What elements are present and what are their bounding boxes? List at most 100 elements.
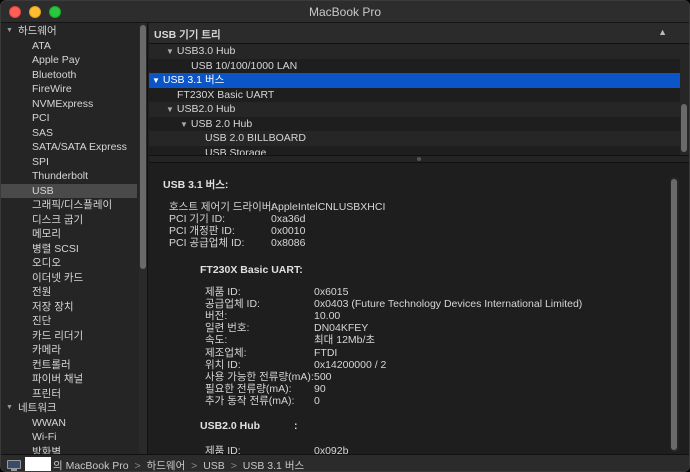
sidebar-item[interactable]: FireWire — [1, 82, 137, 97]
property-value: 500 — [314, 371, 332, 383]
property-value: 0x8086 — [271, 237, 305, 249]
sidebar-group-header[interactable]: 하드웨어 — [1, 24, 137, 39]
sidebar-item[interactable]: 그래픽/디스플레이 — [1, 198, 137, 213]
property-value: 0x092b — [314, 445, 348, 454]
sidebar-item[interactable]: PCI — [1, 111, 137, 126]
usb-device-tree: USB 기기 트리 ▲ ▼USB3.0 HubUSB 10/100/1000 L… — [149, 23, 689, 155]
splitter-handle-icon[interactable] — [417, 157, 421, 161]
sidebar-scroll-thumb[interactable] — [140, 25, 146, 269]
detail-title: USB 3.1 버스: — [163, 177, 228, 192]
tree-scroll-thumb[interactable] — [681, 104, 687, 152]
path-separator: > — [132, 460, 144, 472]
sidebar-item[interactable]: 이더넷 카드 — [1, 271, 137, 286]
property-value: 0x0403 (Future Technology Devices Intern… — [314, 298, 582, 310]
path-usb-bus[interactable]: USB 3.1 버스 — [243, 460, 304, 472]
device-title: FT230X Basic UART: — [200, 264, 303, 276]
detail-scroll-thumb[interactable] — [671, 179, 677, 450]
sidebar-item[interactable]: 카메라 — [1, 343, 137, 358]
property-key: 위치 ID: — [205, 359, 241, 371]
property-key: 제품 ID: — [205, 445, 241, 454]
detail-pane: USB 3.1 버스: FT230X Basic UART: USB2.0 Hu… — [149, 163, 689, 454]
tree-scrollbar[interactable] — [680, 44, 689, 155]
property-value: FTDI — [314, 347, 337, 359]
sidebar-item[interactable]: SAS — [1, 126, 137, 141]
tree-row[interactable]: USB 10/100/1000 LAN — [149, 59, 680, 74]
system-info-window: MacBook Pro 하드웨어ATAApple PayBluetoothFir… — [0, 0, 690, 472]
sidebar-group-header[interactable]: 네트워크 — [1, 401, 137, 416]
tree-row-label: USB3.0 Hub — [177, 45, 235, 57]
property-key: 필요한 전류량(mA): — [205, 383, 292, 395]
disclosure-triangle-icon[interactable]: ▼ — [152, 76, 160, 85]
property-key: 제조업체: — [205, 347, 247, 359]
sidebar-item[interactable]: 전원 — [1, 285, 137, 300]
tree-header[interactable]: USB 기기 트리 ▲ — [149, 23, 689, 44]
tree-row[interactable]: USB 2.0 BILLBOARD — [149, 131, 680, 146]
sidebar-item[interactable]: Wi-Fi — [1, 430, 137, 445]
property-key: 버전: — [205, 310, 227, 322]
sidebar-item[interactable]: Thunderbolt — [1, 169, 137, 184]
sidebar-item[interactable]: Apple Pay — [1, 53, 137, 68]
disclosure-triangle-icon[interactable]: ▼ — [166, 47, 174, 56]
property-key: PCI 공급업체 ID: — [169, 237, 244, 249]
tree-row-label: USB 2.0 Hub — [191, 118, 252, 130]
property-value: 90 — [314, 383, 326, 395]
sidebar-item[interactable]: 파이버 채널 — [1, 372, 137, 387]
property-value: 최대 12Mb/초 — [314, 334, 375, 346]
hub-title-colon: : — [294, 420, 298, 432]
sidebar: 하드웨어ATAApple PayBluetoothFireWireNVMExpr… — [1, 23, 148, 454]
property-key: 사용 가능한 전류량(mA): — [205, 371, 314, 383]
sidebar-item[interactable]: 메모리 — [1, 227, 137, 242]
property-key: 제품 ID: — [205, 286, 241, 298]
property-key: PCI 기기 ID: — [169, 213, 225, 225]
pane-splitter[interactable] — [149, 155, 689, 163]
tree-row[interactable]: ▼USB 3.1 버스 — [149, 73, 680, 88]
sidebar-item[interactable]: 카드 리더기 — [1, 329, 137, 344]
laptop-icon — [7, 460, 21, 469]
redacted-owner-name — [25, 457, 51, 471]
sidebar-item[interactable]: 병렬 SCSI — [1, 242, 137, 257]
property-value: 0 — [314, 395, 320, 407]
tree-row-label: USB 10/100/1000 LAN — [191, 60, 297, 72]
property-key: 추가 동작 전류(mA): — [205, 395, 294, 407]
property-value: 0x0010 — [271, 225, 305, 237]
sidebar-item[interactable]: 디스크 굽기 — [1, 213, 137, 228]
sidebar-item[interactable]: USB — [1, 184, 137, 199]
path-breadcrumb: 의 MacBook Pro > 하드웨어 > USB > USB 3.1 버스 — [53, 458, 304, 472]
sidebar-item[interactable]: 저장 장치 — [1, 300, 137, 315]
hub-title: USB2.0 Hub — [200, 420, 260, 432]
sidebar-scrollbar[interactable] — [139, 23, 147, 454]
sidebar-item[interactable]: 오디오 — [1, 256, 137, 271]
tree-row[interactable]: FT230X Basic UART — [149, 88, 680, 103]
property-value: 10.00 — [314, 310, 340, 322]
path-separator: > — [228, 460, 240, 472]
sort-ascending-icon[interactable]: ▲ — [658, 27, 667, 37]
sidebar-item[interactable]: 컨트롤러 — [1, 358, 137, 373]
sidebar-item[interactable]: SATA/SATA Express — [1, 140, 137, 155]
title-bar: MacBook Pro — [1, 1, 689, 23]
path-computer[interactable]: 의 MacBook Pro — [53, 460, 129, 472]
tree-row[interactable]: ▼USB3.0 Hub — [149, 44, 680, 59]
property-key: 공급업체 ID: — [205, 298, 260, 310]
detail-scrollbar[interactable] — [670, 177, 679, 452]
path-bar: 의 MacBook Pro > 하드웨어 > USB > USB 3.1 버스 — [1, 454, 690, 472]
property-key: PCI 개정판 ID: — [169, 225, 235, 237]
path-hardware[interactable]: 하드웨어 — [147, 460, 186, 472]
disclosure-triangle-icon[interactable]: ▼ — [180, 120, 188, 129]
sidebar-item[interactable]: WWAN — [1, 416, 137, 431]
sidebar-item[interactable]: 진단 — [1, 314, 137, 329]
tree-row-label: USB 3.1 버스 — [163, 74, 224, 86]
window-title: MacBook Pro — [1, 5, 689, 19]
tree-row[interactable]: ▼USB2.0 Hub — [149, 102, 680, 117]
property-key: 일련 번호: — [205, 322, 249, 334]
sidebar-item[interactable]: 방화벽 — [1, 445, 137, 455]
sidebar-item[interactable]: ATA — [1, 39, 137, 54]
disclosure-triangle-icon[interactable]: ▼ — [166, 105, 174, 114]
sidebar-item[interactable]: SPI — [1, 155, 137, 170]
sidebar-item[interactable]: 프린터 — [1, 387, 137, 402]
path-usb[interactable]: USB — [203, 460, 225, 472]
sidebar-item[interactable]: Bluetooth — [1, 68, 137, 83]
property-value: DN04KFEY — [314, 322, 368, 334]
property-value: 0xa36d — [271, 213, 305, 225]
sidebar-item[interactable]: NVMExpress — [1, 97, 137, 112]
tree-row[interactable]: ▼USB 2.0 Hub — [149, 117, 680, 132]
